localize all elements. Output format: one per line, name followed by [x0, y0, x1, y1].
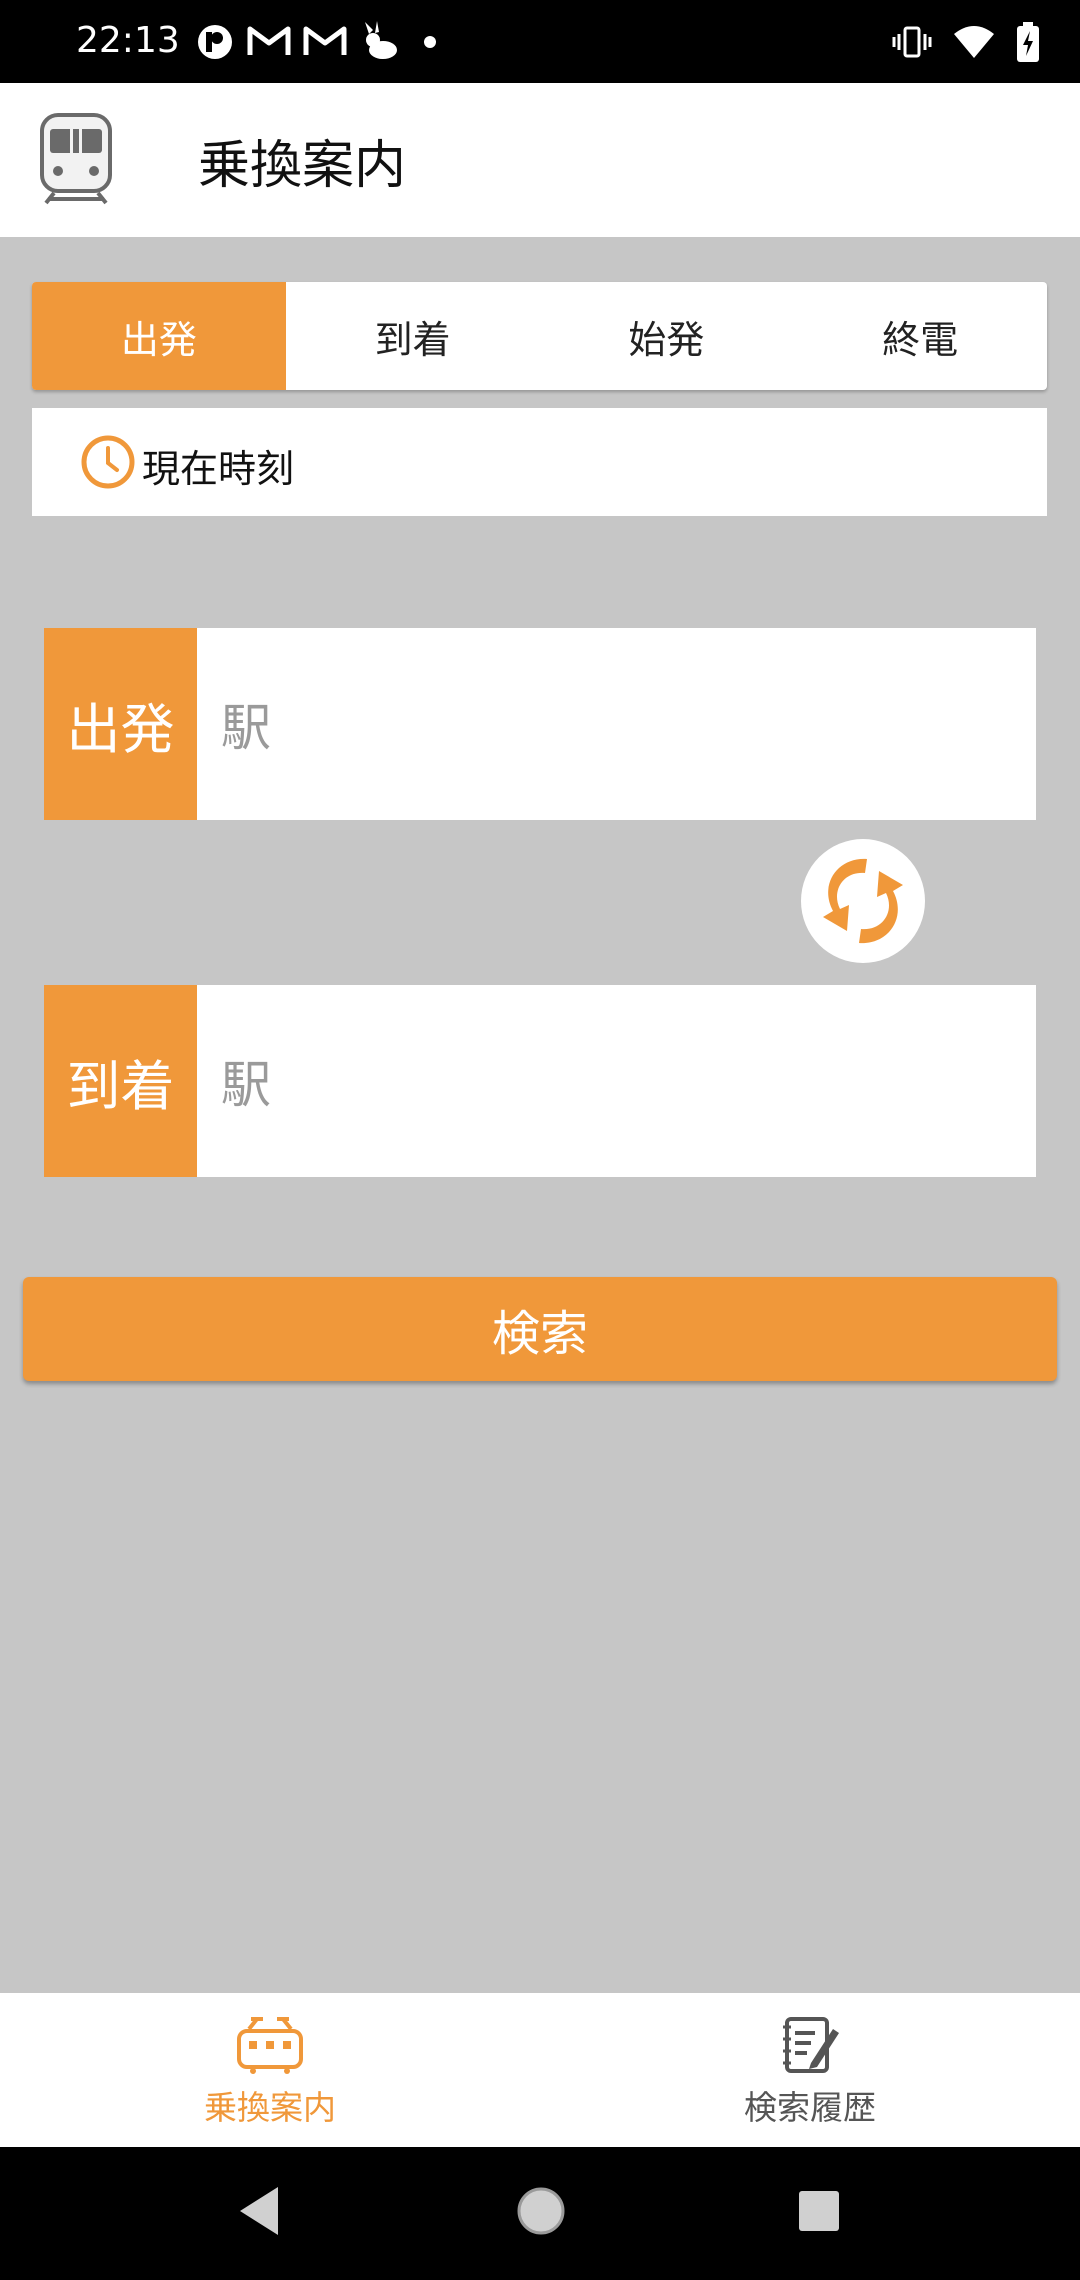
vibrate-icon [892, 26, 932, 58]
recents-icon[interactable] [796, 2181, 842, 2241]
bottom-navigation: 乗換案内 検索履歴 [0, 1993, 1080, 2147]
battery-charging-icon [1017, 22, 1039, 62]
search-button[interactable]: 検索 [23, 1277, 1057, 1381]
history-icon [783, 2017, 839, 2073]
arrival-station-row: 到着 駅 [44, 985, 1036, 1177]
tab-departure[interactable]: 出発 [32, 282, 286, 390]
back-icon[interactable] [234, 2181, 284, 2241]
nav-label-transfer-guide: 乗換案内 [204, 2088, 336, 2127]
rabbit-app-icon [365, 21, 397, 59]
gmail-icon [247, 26, 291, 55]
tab-arrival[interactable]: 到着 [286, 282, 540, 390]
tab-last-train[interactable]: 終電 [793, 282, 1047, 390]
departure-station-row: 出発 駅 [44, 628, 1036, 820]
system-status-icons [892, 18, 1040, 66]
wifi-icon [954, 26, 994, 58]
nav-label-search-history: 検索履歴 [744, 2088, 876, 2127]
home-icon[interactable] [514, 2181, 568, 2241]
clock-icon [81, 435, 135, 489]
train-icon [237, 2017, 303, 2074]
notification-icons [195, 18, 445, 66]
tab-first-train[interactable]: 始発 [540, 282, 794, 390]
nav-transfer-guide[interactable]: 乗換案内 [0, 1993, 540, 2147]
status-time: 22:13 [76, 20, 180, 61]
train-icon [40, 113, 112, 205]
time-label: 現在時刻 [142, 447, 295, 491]
more-dot-icon [424, 36, 436, 48]
gmail-icon [303, 26, 347, 55]
arrival-station-input[interactable]: 駅 [197, 985, 1036, 1177]
arrival-tag: 到着 [44, 985, 197, 1177]
swap-stations-button[interactable] [801, 839, 925, 963]
time-selector[interactable]: 現在時刻 [32, 408, 1047, 516]
status-bar: 22:13 [0, 0, 1080, 83]
app-bar: 乗換案内 [0, 83, 1080, 237]
search-type-tabs: 出発 到着 始発 終電 [32, 282, 1047, 390]
page-title: 乗換案内 [198, 136, 407, 196]
system-navigation-bar [0, 2147, 1080, 2280]
notification-app-icon [198, 25, 232, 59]
departure-station-input[interactable]: 駅 [197, 628, 1036, 820]
departure-tag: 出発 [44, 628, 197, 820]
nav-search-history[interactable]: 検索履歴 [540, 1993, 1080, 2147]
swap-icon [823, 858, 903, 944]
